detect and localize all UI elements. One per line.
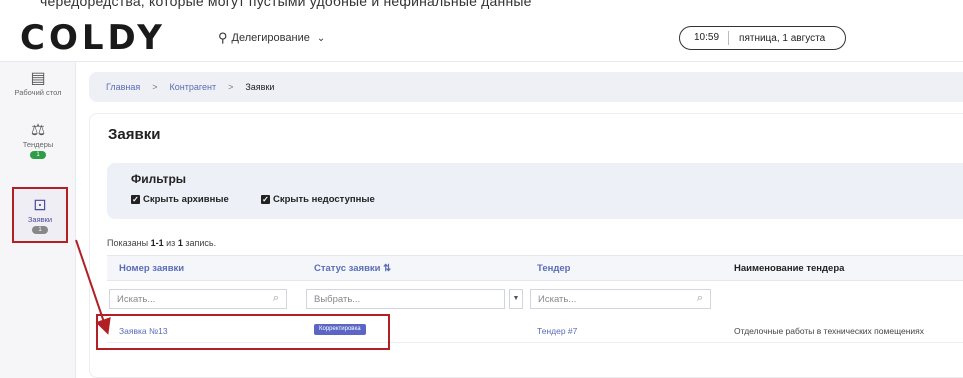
page-title: Заявки <box>108 126 161 143</box>
breadcrumb-separator: > <box>152 82 158 92</box>
breadcrumb-home[interactable]: Главная <box>106 82 140 92</box>
gavel-icon: ⚖ <box>30 122 46 139</box>
hide-unavailable-checkbox[interactable]: ✓ Скрыть недоступные <box>261 194 375 205</box>
column-header-number[interactable]: Номер заявки <box>119 263 184 274</box>
sidebar-item-label: Тендеры <box>22 140 54 149</box>
add-request-icon: ⊡ <box>33 196 47 214</box>
records-summary: Показаны 1-1 из 1 запись. <box>107 238 217 248</box>
column-header-tender[interactable]: Тендер <box>537 263 570 274</box>
delegation-dropdown[interactable]: ⚲ Делегирование ⌄ <box>218 28 325 48</box>
clock-widget: 10:59 пятница, 1 августа <box>679 26 846 50</box>
search-icon: ⌕ <box>272 292 279 304</box>
top-text: чередоредства, которые могут пустыми удо… <box>40 0 532 9</box>
table-header: Номер заявки Статус заявки ⇅ Тендер Наим… <box>107 255 963 281</box>
column-header-tender-name: Наименование тендера <box>734 263 845 274</box>
clock-time: 10:59 <box>680 31 730 45</box>
sidebar-item-tenders[interactable]: ⚖ Тендеры 1 <box>0 122 76 159</box>
sidebar-item-dashboard[interactable]: ▤ Рабочий стол <box>0 70 76 97</box>
tender-link[interactable]: Тендер #7 <box>537 326 577 336</box>
user-key-icon: ⚲ <box>218 30 228 45</box>
hide-archived-label: Скрыть архивные <box>143 194 229 205</box>
breadcrumb-counterparty[interactable]: Контрагент <box>170 82 217 92</box>
checkbox-checked-icon: ✓ <box>261 195 270 204</box>
monitor-icon: ▤ <box>30 70 46 87</box>
status-select[interactable]: Выбрать... <box>306 289 505 309</box>
chevron-down-icon: ⌄ <box>316 32 326 44</box>
breadcrumb-separator: > <box>228 82 234 92</box>
tender-name: Отделочные работы в технических помещени… <box>734 326 924 336</box>
table-filter-row: Искать... ⌕ Выбрать... ▼ Искать... ⌕ <box>107 285 963 313</box>
requests-count-badge: 1 <box>32 225 48 234</box>
sidebar-item-label: Заявки <box>27 214 53 224</box>
breadcrumb: Главная > Контрагент > Заявки <box>89 72 963 102</box>
logo: COLDY <box>20 18 166 58</box>
filters-title: Фильтры <box>131 172 187 186</box>
hide-archived-checkbox[interactable]: ✓ Скрыть архивные <box>131 194 229 205</box>
chevron-down-icon[interactable]: ▼ <box>509 289 523 309</box>
clock-date: пятница, 1 августа <box>739 32 826 44</box>
app-header: COLDY ⚲ Делегирование ⌄ 10:59 пятница, 1… <box>0 14 963 62</box>
sidebar-item-requests[interactable]: ⊡ Заявки 1 <box>12 187 68 243</box>
delegation-label: Делегирование <box>231 32 310 44</box>
sidebar-item-label: Рабочий стол <box>14 88 62 97</box>
column-header-status[interactable]: Статус заявки ⇅ <box>314 263 391 274</box>
search-icon: ⌕ <box>696 292 703 304</box>
tender-search-input[interactable]: Искать... ⌕ <box>530 289 711 309</box>
breadcrumb-current: Заявки <box>245 82 275 92</box>
filters-panel: Фильтры ✓ Скрыть архивные ✓ Скрыть недос… <box>107 163 963 219</box>
sidebar: ▤ Рабочий стол ⚖ Тендеры 1 ⊡ Заявки 1 <box>0 62 76 378</box>
row-highlight-frame <box>96 314 390 350</box>
top-cropped-text: чередоредства, которые могут пустыми удо… <box>0 0 963 14</box>
number-search-input[interactable]: Искать... ⌕ <box>109 289 287 309</box>
checkbox-checked-icon: ✓ <box>131 195 140 204</box>
sort-icon: ⇅ <box>383 263 392 274</box>
tenders-count-badge: 1 <box>30 151 46 159</box>
hide-unavailable-label: Скрыть недоступные <box>273 194 375 205</box>
